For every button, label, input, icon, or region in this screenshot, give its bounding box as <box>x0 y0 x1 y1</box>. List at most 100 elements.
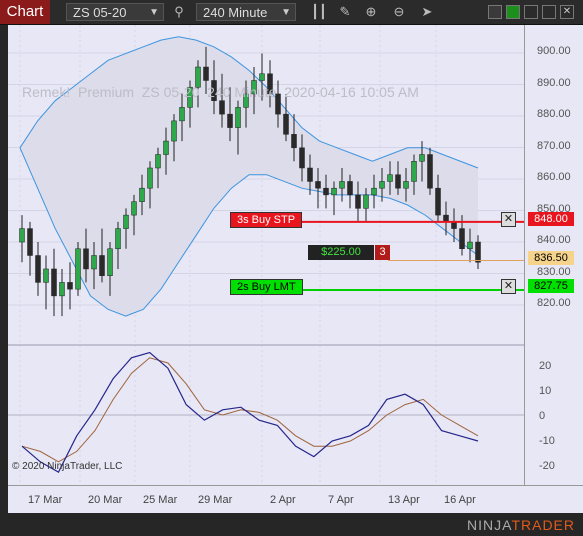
candle <box>291 134 297 149</box>
candle <box>467 241 473 250</box>
chevron-down-icon: ▼ <box>281 7 291 18</box>
osc-main-line <box>21 351 479 474</box>
candle <box>299 147 305 169</box>
bar-type-icon[interactable]: ┃┃ <box>310 3 328 21</box>
candle <box>99 255 105 276</box>
osc-tick-label: 0 <box>539 410 546 422</box>
candle <box>427 154 433 189</box>
position-price-tag: 836.50 <box>528 251 574 265</box>
position-pnl: $225.00 <box>308 245 374 260</box>
position-qty[interactable]: 3 <box>375 245 390 260</box>
time-tick-label: 29 Mar <box>198 494 233 506</box>
candle <box>163 140 169 155</box>
time-tick-label: 7 Apr <box>328 494 354 506</box>
interval-label: 240 Minute <box>203 5 268 20</box>
candle <box>19 228 25 243</box>
close-button[interactable]: ✕ <box>560 5 574 19</box>
candle <box>363 194 369 209</box>
price-tick-label: 820.00 <box>537 297 571 309</box>
candle <box>355 194 361 209</box>
price-tick-label: 900.00 <box>537 45 571 57</box>
candle <box>235 107 241 128</box>
buy-limit-label[interactable]: 2s Buy LMT <box>230 279 303 295</box>
candle <box>315 181 321 189</box>
candle <box>59 282 65 297</box>
zoom-in-icon[interactable]: ⊕ <box>362 3 380 21</box>
chevron-down-icon: ▼ <box>149 7 159 18</box>
candle <box>139 187 145 202</box>
candle <box>35 255 41 283</box>
candle <box>123 214 129 229</box>
candle <box>51 268 57 297</box>
candle <box>227 113 233 128</box>
candle <box>379 181 385 189</box>
chart-tab[interactable]: Chart <box>0 0 50 24</box>
candle <box>419 154 425 162</box>
osc-tick-label: 10 <box>539 385 552 397</box>
window-mode-button[interactable] <box>488 5 502 19</box>
candle <box>43 268 49 283</box>
interval-selector[interactable]: 240 Minute ▼ <box>196 3 296 21</box>
cancel-limit-button[interactable]: ✕ <box>501 279 516 294</box>
search-icon[interactable]: ⚲ <box>170 3 188 21</box>
osc-tick-label: -10 <box>539 435 555 447</box>
time-tick-label: 17 Mar <box>28 494 63 506</box>
candle <box>459 228 465 250</box>
time-tick-label: 16 Apr <box>444 494 476 506</box>
limit-price-tag: 827.75 <box>528 279 574 293</box>
time-axis[interactable]: 17 Mar 20 Mar 25 Mar 29 Mar 2 Apr 7 Apr 13 Apr… <box>8 485 583 514</box>
footer: NINJATRADER <box>0 513 583 536</box>
time-tick-label: 20 Mar <box>88 494 123 506</box>
instrument-selector[interactable]: ZS 05-20 ▼ <box>66 3 164 21</box>
price-tick-label: 860.00 <box>537 171 571 183</box>
copyright-text: © 2020 NinjaTrader, LLC <box>12 461 123 472</box>
minimize-button[interactable] <box>524 5 538 19</box>
stop-price-tag: 848.00 <box>528 212 574 226</box>
candle <box>403 181 409 189</box>
candle <box>219 100 225 115</box>
candle <box>83 248 89 270</box>
instrument-label: ZS 05-20 <box>73 5 127 20</box>
chart-info-overlay: Remek! Premium ZS 05-20 240 Minute 2020-… <box>22 84 419 100</box>
buy-stop-label[interactable]: 3s Buy STP <box>230 212 303 228</box>
candle <box>283 113 289 135</box>
candle <box>451 221 457 229</box>
window-color-button[interactable] <box>506 5 520 19</box>
osc-tick-label: 20 <box>539 360 552 372</box>
osc-tick-label: -20 <box>539 460 555 472</box>
time-tick-label: 2 Apr <box>270 494 296 506</box>
candle <box>475 241 481 263</box>
candle <box>179 107 185 122</box>
candle <box>435 187 441 216</box>
candle <box>27 228 33 256</box>
candle <box>411 161 417 182</box>
draw-icon[interactable]: ✎ <box>336 3 354 21</box>
maximize-button[interactable] <box>542 5 556 19</box>
candle <box>115 228 121 250</box>
left-border <box>0 25 8 513</box>
time-tick-label: 13 Apr <box>388 494 420 506</box>
bollinger-fill <box>20 36 478 317</box>
candle <box>323 187 329 196</box>
cancel-stop-button[interactable]: ✕ <box>501 212 516 227</box>
ninjatrader-logo: NINJATRADER <box>467 517 575 533</box>
candle <box>67 282 73 290</box>
price-tick-label: 830.00 <box>537 265 571 278</box>
candle <box>395 174 401 189</box>
candle <box>131 201 137 216</box>
price-tick-label: 890.00 <box>537 76 571 89</box>
candle <box>171 120 177 142</box>
candle <box>155 154 161 169</box>
candle <box>371 187 377 196</box>
candle <box>75 248 81 290</box>
price-tick-label: 840.00 <box>537 234 571 246</box>
toolbar: Chart ZS 05-20 ▼ ⚲ 240 Minute ▼ ┃┃ ✎ ⊕ ⊖… <box>0 0 583 25</box>
cursor-icon[interactable]: ➤ <box>418 3 436 21</box>
candle <box>147 167 153 189</box>
candle <box>387 174 393 182</box>
price-tick-label: 870.00 <box>537 139 571 152</box>
candle <box>347 181 353 196</box>
zoom-out-icon[interactable]: ⊖ <box>390 3 408 21</box>
candle <box>107 248 113 276</box>
time-tick-label: 25 Mar <box>143 494 178 506</box>
